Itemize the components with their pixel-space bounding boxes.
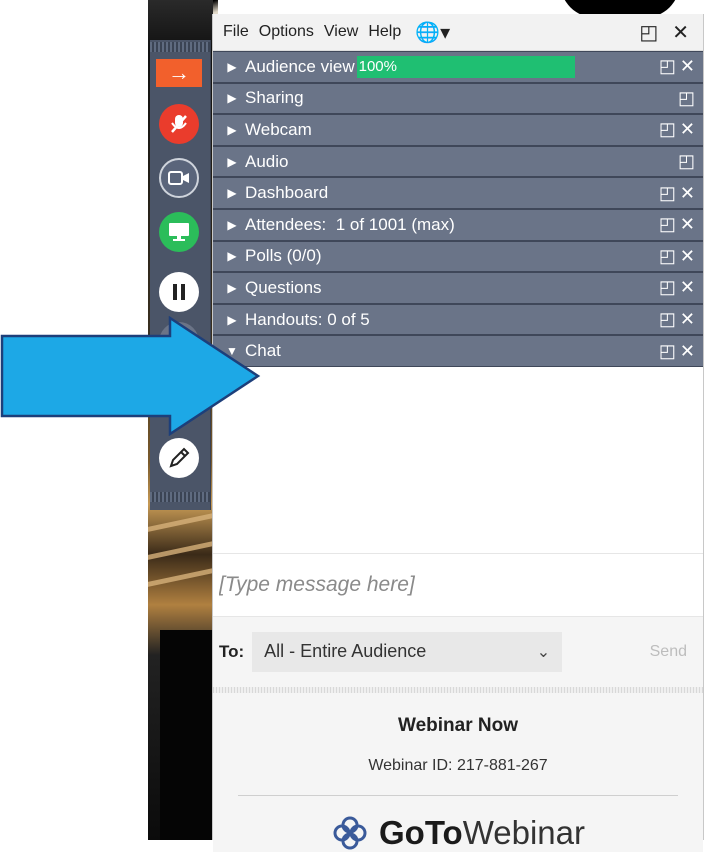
popout-icon[interactable]: ◰ [659, 246, 676, 267]
menu-view[interactable]: View [324, 23, 358, 41]
draw-button[interactable] [159, 438, 199, 478]
menu-bar: File Options View Help 🌐▾ ◰ ✕ [213, 14, 703, 51]
message-box[interactable] [213, 552, 703, 617]
close-icon[interactable]: ✕ [672, 20, 689, 45]
close-icon[interactable]: ✕ [680, 309, 695, 330]
background-dark-area [160, 630, 212, 840]
section-label: Polls (0/0) [245, 246, 322, 266]
chat-log[interactable] [213, 366, 703, 553]
expand-arrow-icon: ▶ [227, 249, 237, 264]
section-label: Handouts: 0 of 5 [245, 309, 370, 329]
globe-icon[interactable]: 🌐▾ [415, 20, 450, 45]
expand-arrow-icon: ▶ [227, 122, 237, 137]
pencil-icon [169, 447, 190, 468]
section-handouts[interactable]: ▶ Handouts: 0 of 5 ◰ ✕ [213, 303, 703, 336]
popout-icon[interactable]: ◰ [659, 119, 676, 140]
pointer-arrow-icon [0, 316, 261, 436]
expand-arrow-icon: ▶ [227, 280, 237, 295]
chevron-down-icon: ⌄ [536, 643, 551, 661]
mic-muted-icon [171, 115, 187, 133]
section-label: Dashboard [245, 183, 329, 203]
expand-arrow-icon: ▶ [227, 217, 237, 232]
close-icon[interactable]: ✕ [680, 214, 695, 235]
to-label: To: [219, 641, 245, 661]
popout-icon[interactable]: ◰ [659, 56, 676, 77]
chat-message-input[interactable] [217, 571, 661, 598]
menu-options[interactable]: Options [259, 23, 314, 41]
section-label: Audio [245, 151, 289, 171]
expand-arrow-icon: ▶ [227, 154, 237, 169]
menu-help[interactable]: Help [368, 23, 401, 41]
pause-button[interactable] [159, 272, 199, 312]
rail-grip-bottom[interactable] [150, 492, 210, 502]
section-audience-view[interactable]: ▶ Audience view 100% ◰ ✕ [213, 51, 703, 83]
webinar-footer: Webinar Now Webinar ID: 217-881-267 GoTo… [213, 692, 703, 852]
section-label: Sharing [245, 88, 304, 108]
arrow-right-icon: → [168, 60, 190, 85]
collapse-panel-button[interactable]: → [156, 59, 202, 87]
section-label: Webcam [245, 119, 312, 139]
popout-icon[interactable]: ◰ [659, 183, 676, 204]
popout-icon[interactable]: ◰ [639, 20, 658, 45]
control-panel: File Options View Help 🌐▾ ◰ ✕ ▶ Audience… [212, 14, 704, 852]
popout-icon[interactable]: ◰ [659, 341, 676, 362]
footer-divider [238, 794, 678, 796]
section-sharing[interactable]: ▶ Sharing ◰ [213, 82, 703, 115]
webinar-id: Webinar ID: 217-881-267 [368, 756, 548, 774]
expand-arrow-icon: ▶ [227, 59, 237, 74]
section-polls[interactable]: ▶ Polls (0/0) ◰ ✕ [213, 240, 703, 273]
mute-mic-button[interactable] [159, 104, 199, 144]
popout-icon[interactable]: ◰ [678, 88, 695, 109]
section-attendees[interactable]: ▶ Attendees: 1 of 1001 (max) ◰ ✕ [213, 208, 703, 241]
section-dashboard[interactable]: ▶ Dashboard ◰ ✕ [213, 177, 703, 209]
screen-icon [169, 223, 189, 241]
camera-icon [168, 171, 189, 185]
menu-file[interactable]: File [223, 23, 249, 41]
section-label: Attendees: 1 of 1001 (max) [245, 214, 455, 234]
audience-view-progress: 100% [356, 55, 575, 78]
section-webcam[interactable]: ▶ Webcam ◰ ✕ [213, 114, 703, 146]
expand-arrow-icon: ▶ [227, 186, 237, 201]
section-chat[interactable]: ▼ Chat ◰ ✕ [213, 335, 703, 367]
webcam-button[interactable] [159, 158, 199, 198]
rail-grip-top[interactable] [150, 42, 210, 52]
close-icon[interactable]: ✕ [680, 246, 695, 267]
send-button[interactable]: Send [650, 643, 687, 661]
screen-share-button[interactable] [159, 212, 199, 252]
close-icon[interactable]: ✕ [680, 277, 695, 298]
popout-icon[interactable]: ◰ [659, 214, 676, 235]
close-icon[interactable]: ✕ [680, 56, 695, 77]
recipient-value: All - Entire Audience [264, 641, 427, 662]
section-questions[interactable]: ▶ Questions ◰ ✕ [213, 272, 703, 304]
popout-icon[interactable]: ◰ [678, 151, 695, 172]
expand-arrow-icon: ▶ [227, 91, 237, 106]
section-label: Audience view [245, 56, 355, 76]
section-audio[interactable]: ▶ Audio ◰ [213, 145, 703, 178]
logo-webinar-text: Webinar [462, 813, 585, 851]
webinar-name: Webinar Now [398, 714, 518, 736]
close-icon[interactable]: ✕ [680, 119, 695, 140]
recipient-select[interactable]: All - Entire Audience ⌄ [252, 631, 563, 672]
close-icon[interactable]: ✕ [680, 341, 695, 362]
recipient-row: To: All - Entire Audience ⌄ Send [213, 616, 703, 687]
logo-goto-text: GoTo [379, 813, 463, 851]
pause-icon [173, 284, 185, 300]
close-icon[interactable]: ✕ [680, 183, 695, 204]
gotowebinar-logo: GoTo Webinar [213, 814, 703, 852]
gotowebinar-flower-icon [333, 816, 367, 850]
popout-icon[interactable]: ◰ [659, 309, 676, 330]
popout-icon[interactable]: ◰ [659, 277, 676, 298]
control-rail: → [150, 40, 211, 510]
section-label: Questions [245, 277, 322, 297]
